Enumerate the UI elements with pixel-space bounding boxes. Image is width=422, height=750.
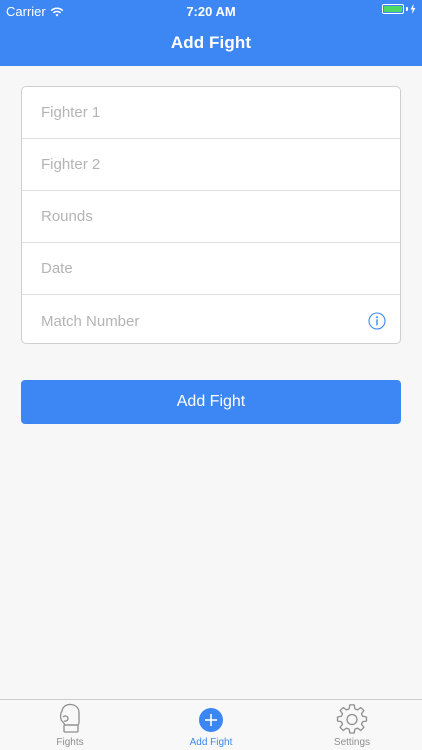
tab-add-fight-label: Add Fight [189, 737, 233, 748]
add-fight-button[interactable]: Add Fight [21, 380, 401, 424]
fighter-2-input[interactable] [22, 155, 363, 174]
match-number-row [22, 295, 400, 343]
tab-settings-label: Settings [333, 737, 371, 748]
match-number-input[interactable] [22, 311, 363, 331]
boxing-glove-icon [59, 703, 80, 733]
tab-bar: Fights Add Fight Settings [0, 699, 422, 750]
status-time: 7:20 AM [186, 4, 236, 19]
charging-bolt-icon [410, 4, 416, 14]
battery-level [384, 6, 402, 12]
status-bar: Carrier 7:20 AM [0, 0, 422, 22]
battery-indicator [382, 4, 416, 14]
tab-fights[interactable]: Fights [0, 700, 140, 750]
plus-circle-icon [199, 708, 223, 732]
rounds-row [22, 191, 400, 243]
date-row [22, 243, 400, 295]
gear-icon [336, 704, 368, 734]
add-fight-form [21, 86, 401, 344]
nav-bar: Carrier 7:20 AM Add Fight [0, 0, 422, 66]
tab-settings[interactable]: Settings [282, 700, 422, 750]
fighter-1-input[interactable] [22, 103, 363, 122]
page-title: Add Fight [170, 33, 252, 52]
rounds-input[interactable] [22, 207, 363, 226]
tab-add-fight[interactable]: Add Fight [141, 700, 281, 750]
info-icon[interactable] [368, 312, 386, 330]
fighter-1-row [22, 87, 400, 139]
battery-cap [406, 7, 408, 11]
battery-icon [382, 4, 404, 14]
tab-fights-label: Fights [56, 737, 84, 748]
date-input[interactable] [22, 259, 363, 278]
fighter-2-row [22, 139, 400, 191]
